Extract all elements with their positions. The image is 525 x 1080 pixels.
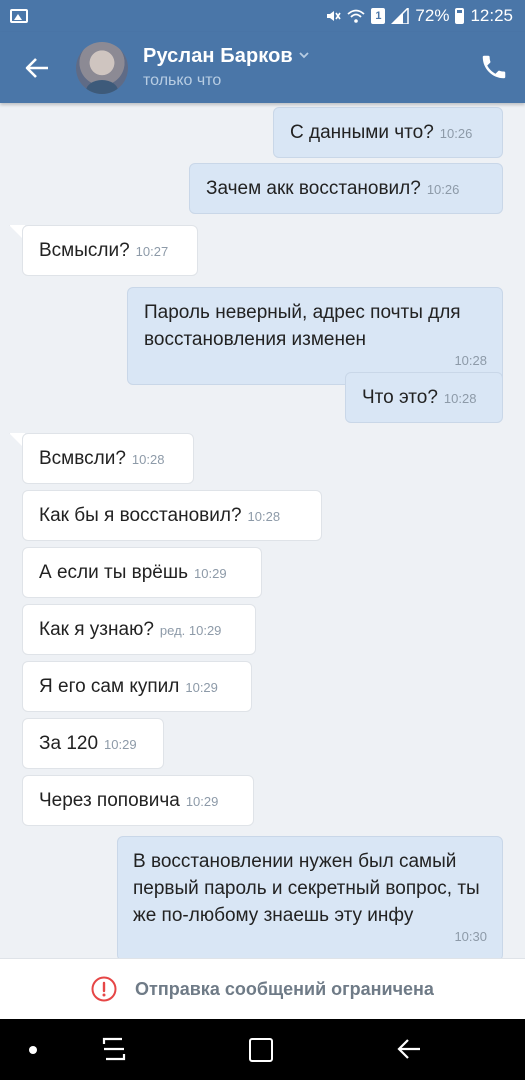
chevron-down-icon — [299, 51, 309, 58]
nav-dot-icon[interactable] — [29, 1046, 37, 1054]
message-text: Как бы я восстановил? — [39, 505, 242, 526]
battery-icon — [455, 8, 465, 24]
phone-icon[interactable] — [479, 52, 509, 82]
message-incoming[interactable]: Как я узнаю? ред. 10:29 — [22, 604, 256, 655]
message-text: Пароль неверный, адрес почты для восстан… — [144, 302, 461, 350]
home-icon[interactable] — [249, 1038, 273, 1062]
signal-icon — [391, 8, 410, 24]
message-outgoing[interactable]: Что это? 10:28 — [345, 372, 503, 423]
message-time: 10:29 — [194, 566, 227, 581]
status-bar: 1 72% 12:25 — [0, 0, 525, 32]
wifi-icon — [347, 9, 366, 23]
back-arrow-icon — [25, 57, 48, 78]
back-button[interactable] — [0, 32, 74, 103]
mute-icon — [327, 11, 342, 21]
message-text: Что это? — [362, 387, 438, 408]
battery-percent: 72% — [415, 6, 450, 25]
message-outgoing[interactable]: Пароль неверный, адрес почты для восстан… — [127, 287, 503, 385]
message-time: 10:28 — [454, 353, 487, 368]
message-incoming[interactable]: Как бы я восстановил? 10:28 — [22, 490, 322, 541]
message-text: А если ты врёшь — [39, 562, 189, 583]
message-text: С данными что? — [290, 122, 434, 143]
sim-icon: 1 — [371, 8, 386, 24]
contact-title[interactable]: Руслан Барков только что — [143, 45, 309, 90]
message-text: Всмысли? — [39, 240, 130, 261]
message-time: 10:28 — [443, 391, 477, 406]
contact-name: Руслан Барков — [143, 45, 293, 67]
message-text: Как я узнаю? — [39, 619, 154, 640]
message-incoming[interactable]: За 120 10:29 — [22, 718, 164, 769]
message-incoming[interactable]: Всмысли? 10:27 — [22, 225, 198, 276]
message-incoming[interactable]: Всмвсли? 10:28 — [22, 433, 194, 484]
message-text: За 120 — [39, 733, 99, 754]
message-time: 10:28 — [247, 509, 281, 524]
message-incoming[interactable]: Я его сам купил 10:29 — [22, 661, 252, 712]
message-time: ред. 10:29 — [159, 623, 222, 638]
messaging-restricted-bar: Отправка сообщений ограничена — [0, 958, 525, 1019]
clock: 12:25 — [470, 6, 513, 25]
message-time: 10:30 — [454, 929, 487, 944]
message-time: 10:29 — [185, 794, 219, 809]
android-nav-bar — [0, 1019, 525, 1080]
message-time: 10:28 — [131, 452, 165, 467]
message-incoming[interactable]: Через поповича 10:29 — [22, 775, 254, 826]
message-outgoing[interactable]: Зачем акк восстановил? 10:26 — [189, 163, 503, 214]
message-text: Через поповича — [39, 790, 180, 811]
recent-apps-icon[interactable] — [100, 1035, 128, 1063]
contact-status: только что — [143, 72, 222, 89]
message-time: 10:26 — [426, 182, 460, 197]
message-text: Зачем акк восстановил? — [206, 178, 421, 199]
message-time: 10:29 — [185, 680, 218, 695]
message-text: Я его сам купил — [39, 676, 180, 697]
status-icons: 1 72% 12:25 — [325, 6, 513, 26]
message-text: Всмвсли? — [39, 448, 126, 469]
restriction-text: Отправка сообщений ограничена — [135, 978, 434, 999]
message-outgoing[interactable]: С данными что? 10:26 — [273, 107, 503, 158]
chat-header: Руслан Барков только что — [0, 32, 525, 103]
message-outgoing[interactable]: В восстановлении нужен был самый первый … — [117, 836, 503, 958]
back-icon[interactable] — [396, 1036, 422, 1062]
warning-icon — [91, 976, 117, 1002]
message-incoming[interactable]: А если ты врёшь 10:29 — [22, 547, 262, 598]
message-time: 10:27 — [135, 244, 169, 259]
image-icon — [10, 9, 28, 23]
message-time: 10:29 — [104, 737, 137, 752]
message-text: В восстановлении нужен был самый первый … — [133, 851, 480, 926]
message-time: 10:26 — [439, 126, 473, 141]
message-list[interactable]: С данными что? 10:26 Зачем акк восстанови… — [0, 103, 525, 958]
avatar[interactable] — [76, 41, 128, 94]
